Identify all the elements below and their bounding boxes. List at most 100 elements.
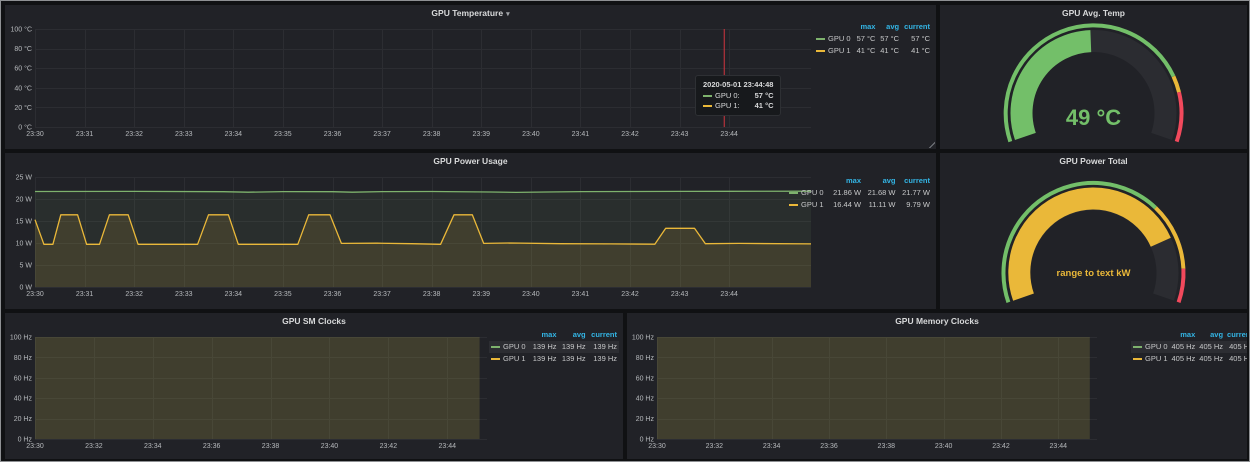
legend-sort-header[interactable]: avg: [877, 21, 901, 33]
legend-value: 57 °C: [877, 33, 901, 45]
svg-text:23:41: 23:41: [572, 291, 590, 298]
legend-series-toggle[interactable]: GPU 0: [787, 187, 829, 199]
panel-resize-handle[interactable]: [928, 141, 935, 148]
gpu-power-usage-svg: 0 W5 W10 W15 W20 W25 W23:3023:3123:3223:…: [7, 171, 813, 303]
legend-sort-header[interactable]: max: [854, 21, 878, 33]
gauge-threshold-arc: [1179, 269, 1184, 303]
panel-title-gpu-power-total[interactable]: GPU Power Total: [940, 153, 1247, 170]
sm-clocks-legend: maxavgcurrentGPU 0139 Hz139 Hz139 HzGPU …: [489, 329, 619, 365]
panel-gpu-power-total: GPU Power Total range to text kW: [940, 153, 1247, 309]
svg-text:23:39: 23:39: [472, 291, 490, 298]
series-color-swatch: [789, 204, 798, 206]
series-color-swatch: [789, 192, 798, 194]
legend-value: 139 Hz: [529, 353, 558, 365]
svg-text:5 W: 5 W: [20, 263, 33, 270]
svg-text:60 Hz: 60 Hz: [14, 375, 33, 382]
svg-text:100 Hz: 100 Hz: [632, 335, 655, 342]
memory-clocks-legend: maxavgcurrentGPU 0405 Hz405 Hz405 HzGPU …: [1131, 329, 1243, 365]
gpu-1-area: [657, 337, 1090, 439]
memory-clocks-chart[interactable]: 0 Hz20 Hz40 Hz60 Hz80 Hz100 Hz23:3023:32…: [629, 331, 1099, 455]
svg-text:23:40: 23:40: [935, 443, 953, 450]
legend-value: 405 Hz: [1170, 353, 1198, 365]
svg-text:10 W: 10 W: [16, 241, 33, 248]
legend-sort-header[interactable]: avg: [559, 329, 588, 341]
svg-text:23:36: 23:36: [203, 443, 221, 450]
legend-row: GPU 057 °C57 °C57 °C: [814, 33, 932, 45]
legend-row: GPU 0139 Hz139 Hz139 Hz: [489, 341, 619, 353]
svg-text:23:36: 23:36: [324, 291, 342, 298]
panel-title-gpu-power-usage[interactable]: GPU Power Usage: [5, 153, 936, 170]
panel-title-gpu-sm-clocks[interactable]: GPU SM Clocks: [5, 313, 623, 330]
legend-series-toggle[interactable]: GPU 1: [489, 353, 529, 365]
legend-sort-header[interactable]: current: [898, 175, 933, 187]
legend-series-toggle[interactable]: GPU 1: [787, 199, 829, 211]
svg-text:23:30: 23:30: [26, 443, 44, 450]
chevron-down-icon[interactable]: ▾: [506, 11, 510, 18]
svg-text:23:30: 23:30: [648, 443, 666, 450]
svg-text:23:42: 23:42: [621, 291, 639, 298]
power-usage-chart[interactable]: 0 W5 W10 W15 W20 W25 W23:3023:3123:3223:…: [7, 171, 813, 303]
svg-text:23:33: 23:33: [175, 291, 193, 298]
panel-title-text: GPU Memory Clocks: [895, 316, 979, 326]
svg-text:80 Hz: 80 Hz: [14, 355, 33, 362]
svg-text:60 Hz: 60 Hz: [636, 375, 655, 382]
tooltip-series-label: GPU 0:: [715, 91, 740, 101]
legend-table: maxavgcurrentGPU 0405 Hz405 Hz405 HzGPU …: [1131, 329, 1247, 365]
legend-series-toggle[interactable]: GPU 0: [1131, 341, 1170, 353]
legend-sort-header[interactable]: current: [588, 329, 619, 341]
legend-sort-header[interactable]: current: [901, 21, 932, 33]
legend-value: 41 °C: [877, 45, 901, 57]
legend-value: 41 °C: [854, 45, 878, 57]
svg-text:23:41: 23:41: [572, 131, 590, 138]
legend-spacer: [814, 21, 854, 33]
svg-text:23:43: 23:43: [671, 131, 689, 138]
gpu-1-area: [35, 337, 480, 439]
tooltip-row: GPU 0:57 °C: [703, 91, 773, 101]
svg-text:23:39: 23:39: [472, 131, 490, 138]
svg-text:23:35: 23:35: [274, 291, 292, 298]
legend-series-toggle[interactable]: GPU 1: [1131, 353, 1170, 365]
legend-table: maxavgcurrentGPU 057 °C57 °C57 °CGPU 141…: [814, 21, 932, 57]
legend-sort-header[interactable]: max: [829, 175, 863, 187]
legend-sort-header[interactable]: current: [1225, 329, 1247, 341]
svg-text:23:42: 23:42: [621, 131, 639, 138]
legend-row: GPU 116.44 W11.11 W9.79 W: [787, 199, 932, 211]
gpu-memory-clocks-svg: 0 Hz20 Hz40 Hz60 Hz80 Hz100 Hz23:3023:32…: [629, 331, 1099, 455]
sm-clocks-chart[interactable]: 0 Hz20 Hz40 Hz60 Hz80 Hz100 Hz23:3023:32…: [7, 331, 489, 455]
panel-title-text: GPU Avg. Temp: [1062, 8, 1125, 18]
legend-series-toggle[interactable]: GPU 0: [489, 341, 529, 353]
series-color-swatch: [491, 358, 500, 360]
legend-sort-header[interactable]: avg: [863, 175, 897, 187]
legend-value: 57 °C: [854, 33, 878, 45]
svg-text:20 Hz: 20 Hz: [636, 416, 655, 423]
svg-text:23:42: 23:42: [992, 443, 1010, 450]
legend-sort-header[interactable]: max: [1170, 329, 1198, 341]
gpu-temperature-svg: 0 °C20 °C40 °C60 °C80 °C100 °C23:3023:31…: [7, 23, 813, 143]
series-color-swatch: [703, 95, 712, 97]
panel-title-gpu-avg-temp[interactable]: GPU Avg. Temp: [940, 5, 1247, 22]
legend-series-toggle[interactable]: GPU 0: [814, 33, 854, 45]
svg-text:23:36: 23:36: [820, 443, 838, 450]
panel-title-gpu-temperature[interactable]: GPU Temperature▾: [5, 5, 936, 22]
legend-series-toggle[interactable]: GPU 1: [814, 45, 854, 57]
svg-text:40 °C: 40 °C: [14, 84, 32, 92]
svg-text:23:40: 23:40: [522, 291, 540, 298]
svg-text:23:32: 23:32: [85, 443, 103, 450]
legend-value: 139 Hz: [529, 341, 558, 353]
panel-gpu-sm-clocks: GPU SM Clocks 0 Hz20 Hz40 Hz60 Hz80 Hz10…: [5, 313, 623, 459]
svg-text:23:44: 23:44: [720, 131, 738, 138]
svg-text:23:35: 23:35: [274, 131, 292, 138]
temperature-chart[interactable]: 0 °C20 °C40 °C60 °C80 °C100 °C23:3023:31…: [7, 23, 813, 143]
legend-value: 405 Hz: [1170, 341, 1198, 353]
legend-value: 405 Hz: [1197, 353, 1225, 365]
legend-sort-header[interactable]: avg: [1197, 329, 1225, 341]
svg-text:23:34: 23:34: [225, 291, 243, 298]
panel-title-gpu-memory-clocks[interactable]: GPU Memory Clocks: [627, 313, 1247, 330]
svg-text:23:34: 23:34: [763, 443, 781, 450]
power-total-gauge: range to text kW: [940, 171, 1247, 309]
legend-value: 139 Hz: [559, 353, 588, 365]
svg-text:23:44: 23:44: [438, 443, 456, 450]
legend-value: 57 °C: [901, 33, 932, 45]
legend-table: maxavgcurrentGPU 0139 Hz139 Hz139 HzGPU …: [489, 329, 619, 365]
legend-sort-header[interactable]: max: [529, 329, 558, 341]
